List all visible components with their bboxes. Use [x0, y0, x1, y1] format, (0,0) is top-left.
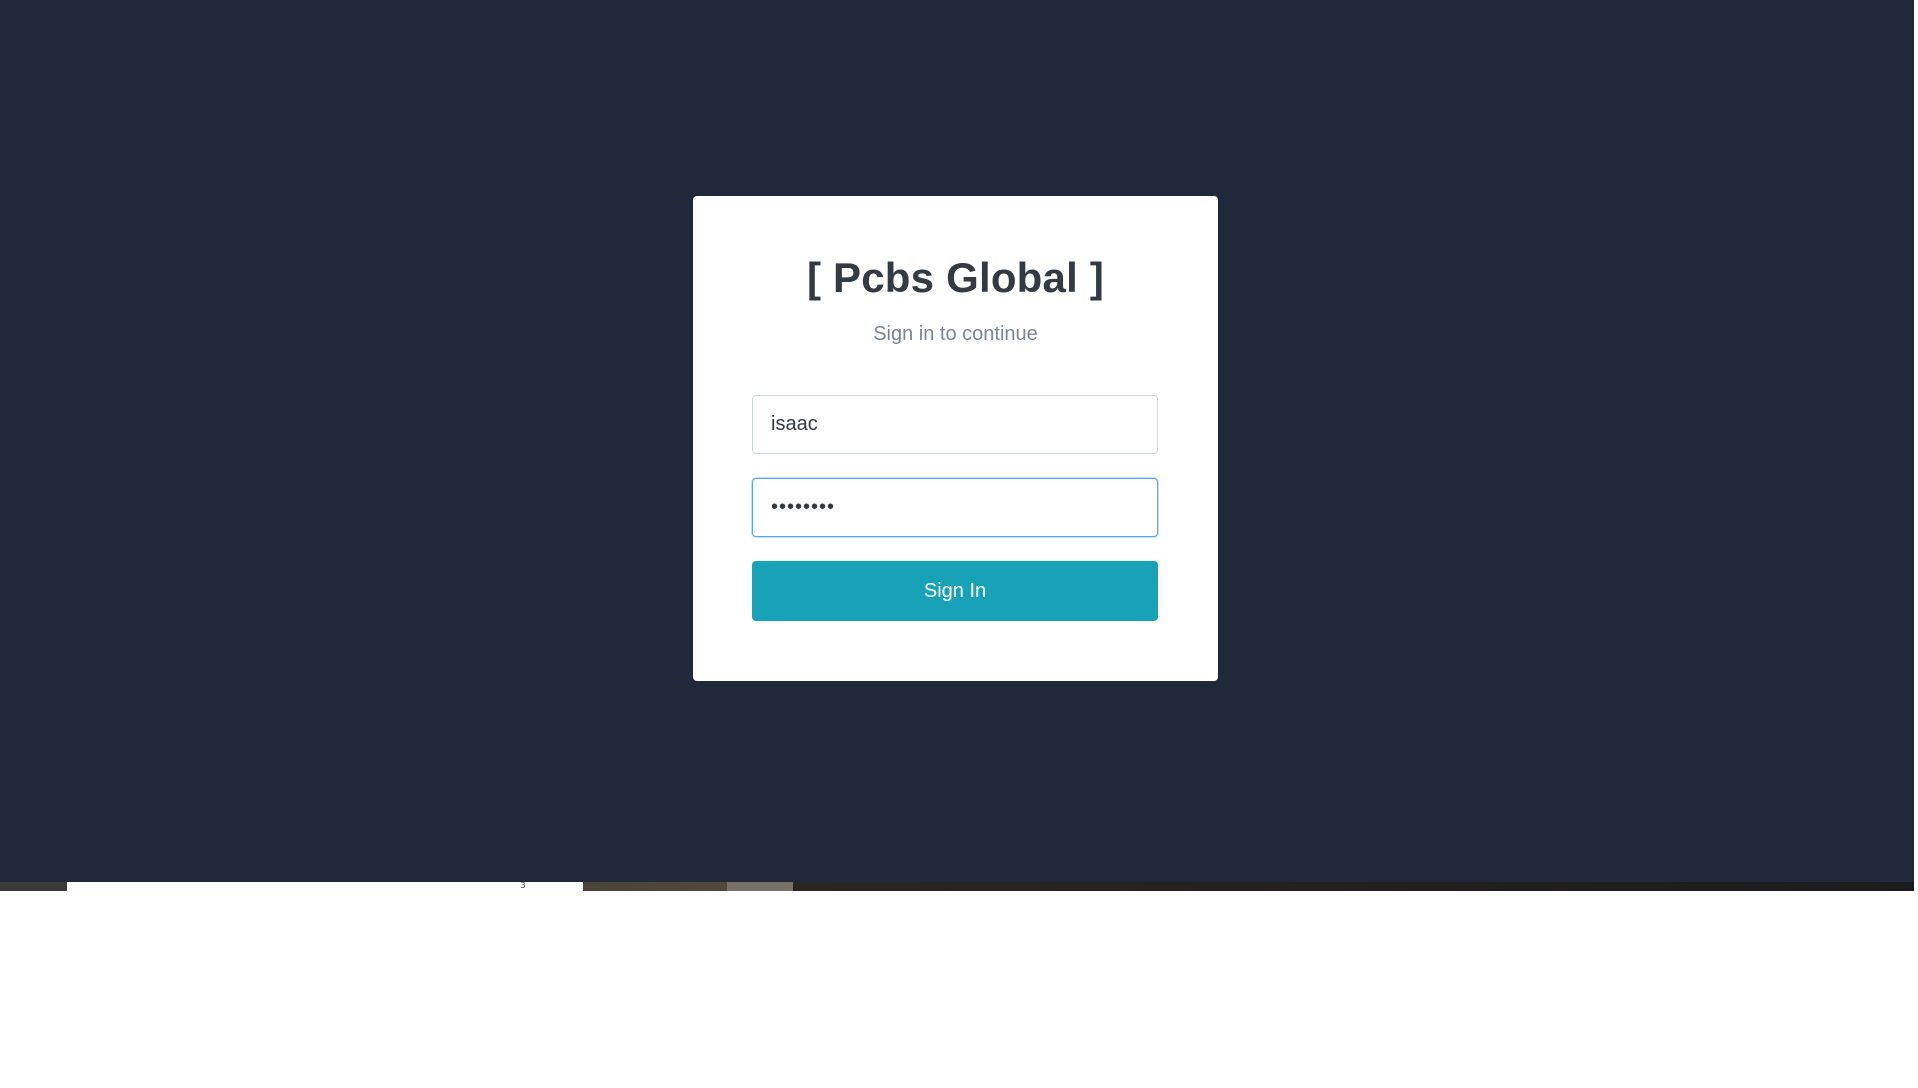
taskbar-badge: 3: [520, 881, 526, 890]
password-input[interactable]: [752, 478, 1158, 537]
signin-subtitle: Sign in to continue: [873, 323, 1038, 345]
username-input[interactable]: [752, 395, 1158, 454]
login-card: [ Pcbs Global ] Sign in to continue Sign…: [693, 196, 1218, 681]
brand-title: [ Pcbs Global ]: [806, 254, 1105, 301]
taskbar-strip[interactable]: [0, 882, 1914, 891]
sign-in-button[interactable]: Sign In: [752, 561, 1158, 621]
page-background: [ Pcbs Global ] Sign in to continue Sign…: [0, 0, 1914, 882]
